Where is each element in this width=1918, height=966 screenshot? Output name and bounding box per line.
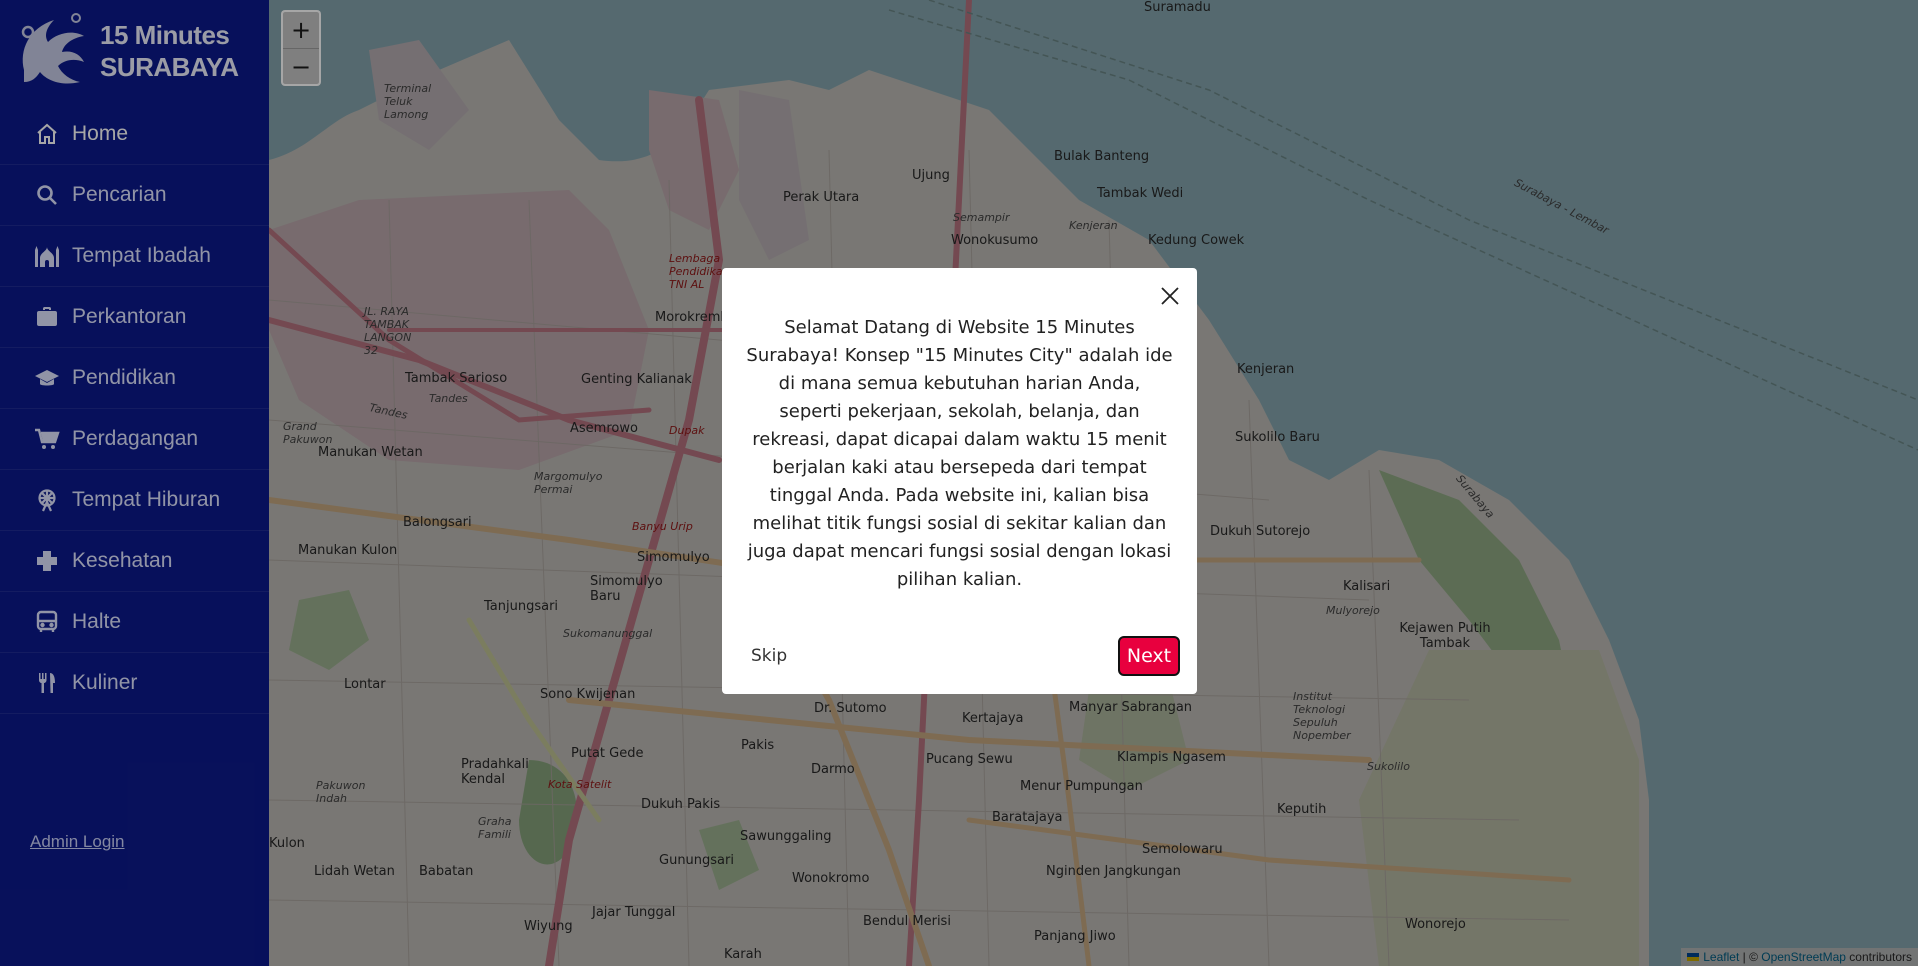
sidebar-item-label: Kuliner [72,671,138,694]
sidebar-item-halte[interactable]: Halte [0,592,269,653]
skip-button[interactable]: Skip [751,646,787,666]
cart-icon [34,426,60,452]
brand-line1: 15 Minutes [100,20,230,50]
next-button[interactable]: Next [1118,636,1180,676]
zoom-in-button[interactable]: + [283,12,319,48]
zoom-control: + − [281,10,321,86]
sidebar-item-label: Tempat Hiburan [72,488,221,511]
admin-login-link[interactable]: Admin Login [30,832,125,852]
brand[interactable]: 15 Minutes SURABAYA [14,10,264,92]
shark-logo-icon [21,13,84,84]
sidebar-item-pendidikan[interactable]: Pendidikan [0,348,269,409]
graduation-cap-icon [34,365,60,391]
sidebar-item-label: Kesehatan [72,549,173,572]
sidebar-item-label: Pendidikan [72,366,176,389]
bus-icon [34,609,60,635]
sidebar-item-label: Home [72,122,129,145]
brand-line2: SURABAYA [100,52,239,82]
osm-link[interactable]: OpenStreetMap [1761,950,1846,964]
sidebar-item-tempat-hiburan[interactable]: Tempat Hiburan [0,470,269,531]
ukraine-flag-icon [1687,953,1700,961]
sidebar-item-label: Pencarian [72,183,167,206]
sidebar-item-label: Tempat Ibadah [72,244,211,267]
sidebar-item-label: Halte [72,610,122,633]
home-icon [34,121,60,147]
ferris-wheel-icon [34,487,60,513]
sidebar-item-home[interactable]: Home [0,104,269,165]
mosque-icon [34,243,60,269]
attribution-suffix: contributors [1845,950,1912,964]
sidebar-item-perkantoran[interactable]: Perkantoran [0,287,269,348]
brand-title: 15 Minutes SURABAYA [100,19,239,83]
close-icon[interactable] [1159,285,1181,307]
utensils-icon [34,670,60,696]
leaflet-link[interactable]: Leaflet [1703,950,1739,964]
welcome-modal: Selamat Datang di Website 15 Minutes Sur… [722,268,1197,694]
zoom-out-button[interactable]: − [283,48,319,84]
briefcase-icon [34,304,60,330]
welcome-text: Selamat Datang di Website 15 Minutes Sur… [746,317,1173,590]
sidebar-item-pencarian[interactable]: Pencarian [0,165,269,226]
sidebar-item-label: Perdagangan [72,427,199,450]
sidebar-item-tempat-ibadah[interactable]: Tempat Ibadah [0,226,269,287]
search-icon [34,182,60,208]
sidebar-item-kesehatan[interactable]: Kesehatan [0,531,269,592]
sidebar-item-kuliner[interactable]: Kuliner [0,653,269,714]
attribution-separator: | © [1739,950,1762,964]
sidebar-item-perdagangan[interactable]: Perdagangan [0,409,269,470]
sidebar-nav: Home Pencarian Tempat Ibadah Perkantoran… [0,104,269,714]
sidebar-item-label: Perkantoran [72,305,187,328]
sidebar: 15 Minutes SURABAYA Home Pencarian Tempa… [0,0,269,966]
medical-cross-icon [34,548,60,574]
map-attribution: Leaflet | © OpenStreetMap contributors [1681,948,1918,966]
